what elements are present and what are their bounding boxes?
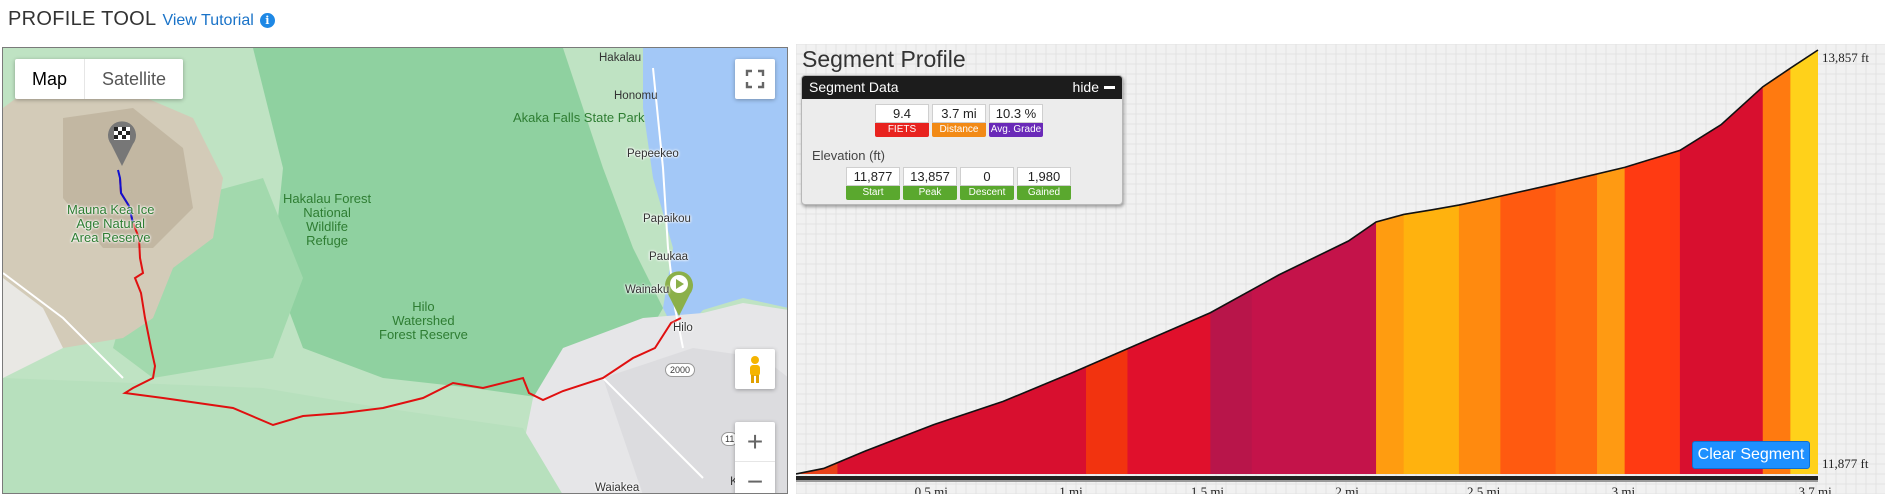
x-tick-label: 1.5 mi <box>1190 484 1225 494</box>
zoom-control: + − <box>735 422 775 493</box>
map-label-hilo-watershed: Hilo Watershed Forest Reserve <box>379 299 468 342</box>
fullscreen-button[interactable] <box>735 59 775 99</box>
street-view-pegman-icon <box>750 356 760 383</box>
map-label-paukaa: Paukaa <box>649 251 689 263</box>
map-type-control: Map Satellite <box>15 59 184 99</box>
stat-value: 10.3 % <box>989 104 1043 123</box>
info-circle-icon[interactable]: i <box>259 13 275 28</box>
street-view-pegman-button[interactable] <box>735 349 775 389</box>
stat-label: Descent <box>960 186 1014 200</box>
end-flag-marker-icon[interactable] <box>105 118 139 168</box>
map-label-waiakea: Waiakea <box>595 482 640 494</box>
stat-label: Avg. Grade <box>989 123 1043 137</box>
stat-fiets: 9.4 FIETS <box>875 104 929 137</box>
x-tick-label: 3 mi <box>1611 484 1636 494</box>
hide-segment-data-button[interactable]: hide <box>1073 76 1115 99</box>
zoom-in-button[interactable]: + <box>735 422 775 462</box>
segment-data-header: Segment Data hide <box>802 76 1122 99</box>
elevation-start: 11,877 Start <box>846 167 900 200</box>
map-panel[interactable]: Hakalau Honomu Akaka Falls State Park Pe… <box>2 47 788 494</box>
y-axis-max-label: 13,857 ft <box>1822 50 1869 65</box>
stat-value: 1,980 <box>1017 167 1071 186</box>
map-type-map-button[interactable]: Map <box>15 59 84 99</box>
stat-value: 11,877 <box>846 167 900 186</box>
x-tick-label: 2.5 mi <box>1467 484 1501 494</box>
elevation-gained: 1,980 Gained <box>1017 167 1071 200</box>
elevation-descent: 0 Descent <box>960 167 1014 200</box>
stat-label: FIETS <box>875 123 929 137</box>
y-axis-min-label: 11,877 ft <box>1822 456 1869 471</box>
stat-value: 3.7 mi <box>932 104 986 123</box>
fullscreen-icon <box>745 69 765 89</box>
stat-value: 0 <box>960 167 1014 186</box>
segment-data-title: Segment Data <box>809 79 899 95</box>
page-header: PROFILE TOOL View Tutorial i <box>8 8 275 34</box>
zoom-out-button[interactable]: − <box>735 462 775 493</box>
elevation-peak: 13,857 Peak <box>903 167 957 200</box>
map-label-hakalau-forest: Hakalau Forest National Wildlife Refuge <box>283 191 372 248</box>
stat-label: Distance <box>932 123 986 137</box>
clear-segment-button[interactable]: Clear Segment <box>1692 441 1810 469</box>
elevation-stats: 11,877 Start 13,857 Peak 0 Descent 1,980 Gained <box>846 167 1071 200</box>
stat-value: 9.4 <box>875 104 929 123</box>
stat-label: Start <box>846 186 900 200</box>
map-label-mauna-kea: Mauna Kea Ice Age Natural Area Reserve <box>67 202 155 245</box>
x-tick-label: 1 mi <box>1059 484 1083 494</box>
map-type-satellite-button[interactable]: Satellite <box>84 59 183 99</box>
x-tick-label: 3.7 mi <box>1798 484 1832 494</box>
stat-avg-grade: 10.3 % Avg. Grade <box>989 104 1043 137</box>
view-tutorial-link[interactable]: View Tutorial <box>162 12 253 30</box>
x-axis-bar <box>796 476 1818 480</box>
stat-value: 13,857 <box>903 167 957 186</box>
stat-distance: 3.7 mi Distance <box>932 104 986 137</box>
segment-profile-panel: Segment Profile 13,857 ft 11,877 ft 0.5 … <box>796 44 1885 494</box>
x-axis-scrollbar <box>796 480 1818 482</box>
route-2000-shield: 2000 <box>665 363 696 377</box>
page-title: PROFILE TOOL <box>8 8 157 30</box>
map-label-akaka-falls: Akaka Falls State Park <box>513 110 645 125</box>
elevation-title: Elevation (ft) <box>812 148 885 163</box>
map-label-honomu: Honomu <box>614 90 658 102</box>
x-tick-label: 2 mi <box>1335 484 1359 494</box>
map-label-wainaku: Wainaku <box>625 284 670 296</box>
stat-label: Gained <box>1017 186 1071 200</box>
map-label-hilo: Hilo <box>673 322 693 334</box>
segment-profile-title: Segment Profile <box>802 46 966 72</box>
hide-label: hide <box>1072 79 1099 95</box>
segment-stats: 9.4 FIETS 3.7 mi Distance 10.3 % Avg. Grade <box>875 104 1043 137</box>
grade-band <box>1790 50 1818 474</box>
map-label-hakalau: Hakalau <box>599 52 642 64</box>
map-label-pepeekeo: Pepeekeo <box>627 148 679 160</box>
map-label-papaikou: Papaikou <box>643 213 691 225</box>
segment-data-panel: Segment Data hide 9.4 FIETS 3.7 mi Distance… <box>801 75 1123 205</box>
minus-icon <box>1104 86 1115 89</box>
stat-label: Peak <box>903 186 957 200</box>
x-tick-label: 0.5 mi <box>914 484 948 494</box>
grade-band <box>1762 50 1791 474</box>
